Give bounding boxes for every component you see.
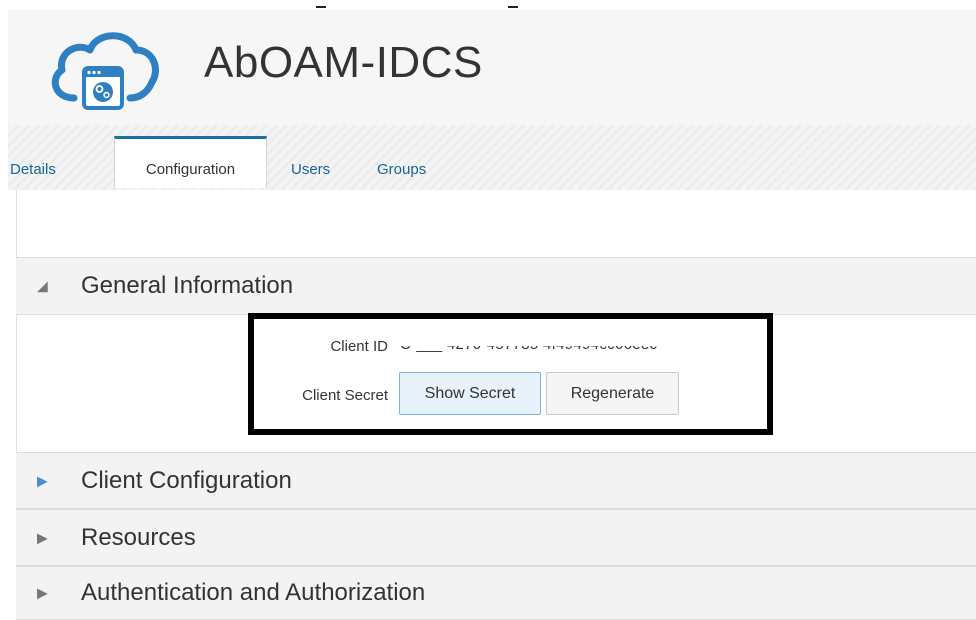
top-strip xyxy=(0,0,976,10)
redaction-mask xyxy=(400,337,725,346)
client-secret-label: Client Secret xyxy=(302,387,388,404)
top-mark-left xyxy=(316,6,326,8)
tab-bar: Details Configuration Users Groups xyxy=(8,136,976,190)
app-header: AbOAM-IDCS xyxy=(8,10,976,125)
collapsed-triangle-icon: ▶ xyxy=(37,584,48,601)
section-title: Resources xyxy=(81,523,196,551)
tab-users[interactable]: Users xyxy=(291,139,341,190)
section-resources[interactable]: ▶ Resources xyxy=(16,509,976,566)
tab-details[interactable]: Details xyxy=(8,139,90,190)
tab-configuration[interactable]: Configuration xyxy=(114,136,267,188)
section-title: General Information xyxy=(81,272,294,299)
cloud-app-icon xyxy=(51,32,159,110)
tab-groups[interactable]: Groups xyxy=(377,139,447,190)
section-general-information[interactable]: ◢ General Information xyxy=(16,257,976,315)
section-title: Client Configuration xyxy=(81,466,292,494)
section-client-configuration[interactable]: ▶ Client Configuration xyxy=(16,452,976,509)
show-secret-button[interactable]: Show Secret xyxy=(399,372,541,415)
expanded-triangle-icon: ◢ xyxy=(37,277,48,294)
collapsed-triangle-icon: ▶ xyxy=(37,472,48,488)
collapsed-triangle-icon: ▶ xyxy=(37,529,48,545)
regenerate-button[interactable]: Regenerate xyxy=(546,372,679,415)
section-authentication-authorization[interactable]: ▶ Authentication and Authorization xyxy=(16,566,976,620)
top-mark-right xyxy=(508,6,518,8)
app-title: AbOAM-IDCS xyxy=(204,38,483,87)
section-title: Authentication and Authorization xyxy=(81,579,426,606)
client-id-label: Client ID xyxy=(330,338,388,355)
